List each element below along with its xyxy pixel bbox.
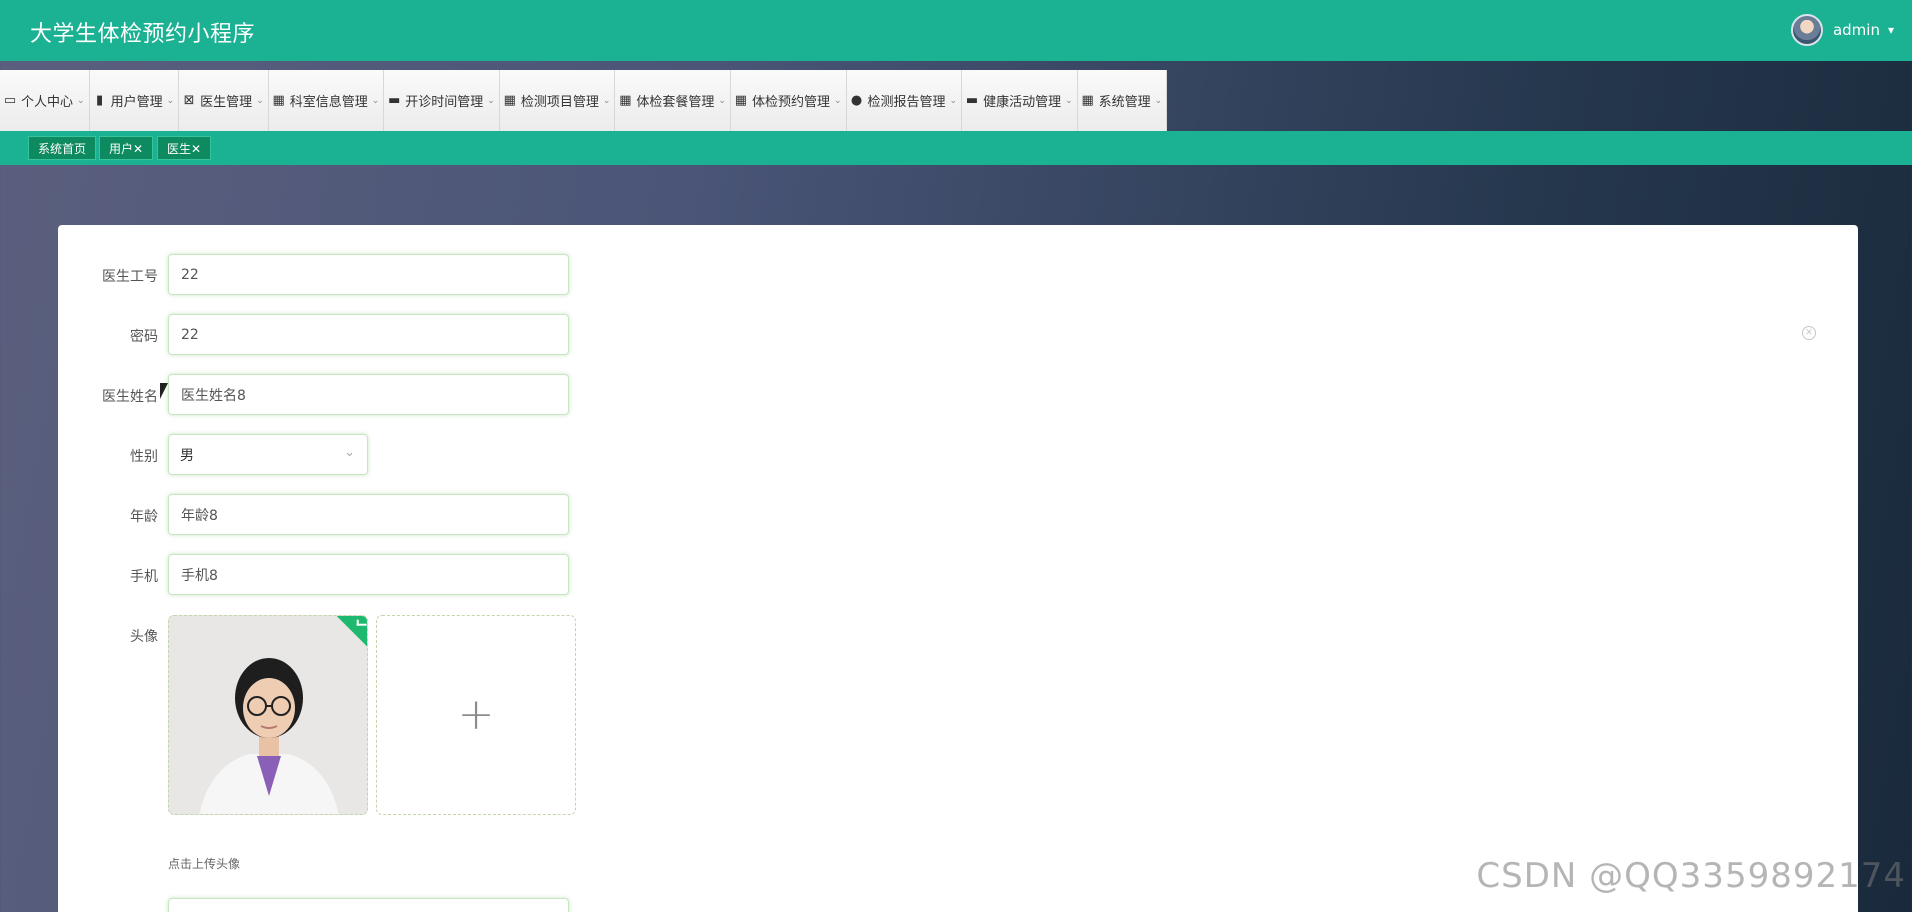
avatar-label: 头像: [130, 629, 158, 645]
watermark: CSDN @QQ3359892174: [1476, 856, 1906, 896]
chevron-down-icon: ⌄: [77, 95, 85, 106]
mouse-cursor-icon: [160, 383, 174, 399]
nav-label: 检测项目管理: [520, 95, 599, 110]
nav-item-personal-center[interactable]: ▭ 个人中心 ⌄: [0, 70, 90, 131]
nav-label: 系统管理: [1098, 95, 1151, 110]
nav-item-system-management[interactable]: ▦ 系统管理 ⌄: [1077, 70, 1168, 131]
avatar-upload-button[interactable]: +: [376, 615, 576, 815]
nav-item-user-management[interactable]: ▮ 用户管理 ⌄: [89, 70, 180, 131]
nav-label: 医生管理: [200, 95, 253, 110]
chevron-down-icon: ⌄: [487, 95, 495, 106]
nav-label: 科室信息管理: [289, 95, 368, 110]
chevron-down-icon: ⌄: [256, 95, 264, 106]
age-label: 年龄: [130, 509, 158, 525]
person-icon: ●: [850, 93, 863, 108]
nav-item-health-activity-management[interactable]: ▬ 健康活动管理 ⌄: [962, 70, 1078, 131]
gender-select[interactable]: 男 ⌄: [168, 434, 368, 475]
nav-label: 检测报告管理: [867, 95, 946, 110]
nav-label: 开诊时间管理: [405, 95, 484, 110]
grid-icon: ▦: [1081, 93, 1094, 108]
clipboard-icon: ⊠: [183, 93, 195, 108]
nav-label: 用户管理: [110, 95, 163, 110]
gender-label: 性别: [130, 449, 158, 465]
gender-value: 男: [180, 447, 194, 464]
app-title: 大学生体检预约小程序: [30, 22, 256, 47]
user-menu[interactable]: admin ▾: [1790, 14, 1894, 46]
grid-icon: ▦: [619, 93, 632, 108]
nav-label: 体检套餐管理: [636, 95, 715, 110]
calendar-icon: ▭: [3, 93, 17, 108]
chevron-down-icon: ⌄: [344, 445, 355, 460]
tag-home[interactable]: 系统首页: [28, 136, 97, 160]
password-field[interactable]: 22: [168, 314, 569, 355]
tag-doctors[interactable]: 医生✕: [157, 136, 212, 160]
nav-item-clinic-hours-management[interactable]: ▬ 开诊时间管理 ⌄: [384, 70, 500, 131]
avatar-preview[interactable]: [168, 615, 368, 815]
chevron-down-icon: ⌄: [718, 95, 726, 106]
nav-item-appointment-management[interactable]: ▦ 体检预约管理 ⌄: [730, 70, 847, 131]
chevron-down-icon: ⌄: [1065, 95, 1073, 106]
nav-label: 体检预约管理: [751, 95, 830, 110]
chevron-down-icon: ⌄: [602, 95, 611, 106]
caret-down-icon[interactable]: ▾: [1888, 23, 1894, 37]
nav-label: 个人中心: [21, 95, 74, 110]
username-label[interactable]: admin: [1833, 21, 1880, 39]
main-nav: ▭ 个人中心 ⌄ ▮ 用户管理 ⌄ ⊠ 医生管理 ⌄ ▦ 科室信息管理 ⌄ ▬ …: [0, 70, 1168, 131]
chat-icon: ▬: [388, 93, 401, 108]
phone-field[interactable]: 手机8: [168, 554, 569, 595]
top-header: 大学生体检预约小程序 admin ▾: [0, 0, 1912, 61]
nav-item-package-management[interactable]: ▦ 体检套餐管理 ⌄: [615, 70, 731, 131]
chevron-down-icon: ⌄: [949, 95, 958, 106]
password-label: 密码: [130, 329, 158, 345]
chevron-down-icon: ⌄: [166, 95, 175, 106]
plus-icon: +: [457, 689, 495, 740]
nav-item-doctor-management[interactable]: ⊠ 医生管理 ⌄: [179, 70, 269, 131]
nav-item-test-items-management[interactable]: ▦ 检测项目管理 ⌄: [499, 70, 616, 131]
nav-item-department-management[interactable]: ▦ 科室信息管理 ⌄: [268, 70, 385, 131]
age-field[interactable]: 年龄8: [168, 494, 569, 535]
grid-icon: ▦: [503, 93, 516, 108]
doctor-name-label: 医生姓名: [102, 389, 158, 405]
doctor-name-field[interactable]: 医生姓名8: [168, 374, 569, 415]
folder-icon: ▬: [965, 93, 979, 108]
tab-tags-bar: 系统首页 用户✕ 医生✕: [0, 131, 1912, 165]
nav-item-report-management[interactable]: ● 检测报告管理 ⌄: [846, 70, 963, 131]
user-avatar[interactable]: [1790, 14, 1823, 46]
chevron-down-icon: ⌄: [1154, 95, 1163, 106]
tag-users[interactable]: 用户✕: [99, 136, 154, 160]
grid-icon: ▦: [272, 93, 285, 108]
chevron-down-icon: ⌄: [371, 95, 380, 106]
avatar-upload-hint: 点击上传头像: [168, 857, 241, 871]
user-icon: ▮: [95, 93, 104, 108]
doctor-id-label: 医生工号: [102, 269, 158, 285]
doctor-id-field[interactable]: 22: [168, 254, 569, 295]
chevron-down-icon: ⌄: [833, 95, 842, 106]
grid-icon: ▦: [734, 93, 748, 108]
next-form-field[interactable]: [168, 898, 569, 912]
close-icon[interactable]: ✕: [1802, 326, 1816, 340]
phone-label: 手机: [130, 569, 158, 585]
doctor-photo: [169, 616, 367, 814]
nav-label: 健康活动管理: [983, 95, 1062, 110]
